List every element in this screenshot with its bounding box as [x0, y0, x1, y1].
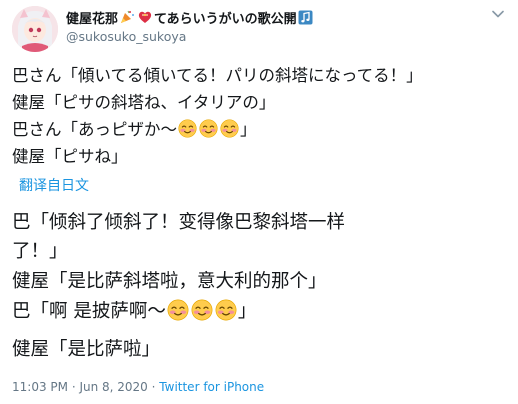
tweet-card: 健屋花那 てあらいうがいの歌公開 @sukosuko_sukoya 巴さん「傾い…	[0, 0, 518, 404]
tweet-text-line: 健屋「ピサの斜塔ね、イタリアの」	[12, 93, 276, 112]
timestamp-date[interactable]: Jun 8, 2020	[79, 380, 147, 394]
smiling-face-icon	[199, 119, 218, 138]
translated-text-line: 巴「啊 是披萨啊～ 」	[12, 297, 256, 323]
translation-label[interactable]: 翻译自日文	[19, 175, 89, 195]
display-name-suffix[interactable]: てあらいうがいの歌公開	[154, 8, 297, 27]
translated-text-line: 巴「倾斜了倾斜了！变得像巴黎斜塔一样	[12, 212, 346, 233]
client-link[interactable]: Twitter for iPhone	[159, 380, 264, 394]
meta-separator: ·	[68, 380, 80, 394]
smiling-face-icon	[167, 299, 189, 321]
meta-separator: ·	[147, 380, 160, 394]
timestamp-time[interactable]: 11:03 PM	[12, 380, 68, 394]
heart-ribbon-icon	[137, 9, 153, 25]
smiling-face-icon	[191, 299, 213, 321]
music-note-icon	[298, 10, 313, 25]
tweet-text-segment: 巴さん「あっピザか～	[12, 120, 177, 139]
display-name[interactable]: 健屋花那	[66, 8, 118, 27]
tweet-text-line: 巴さん「傾いてる傾いてる！パリの斜塔になってる！」	[12, 66, 423, 85]
smiling-face-icon	[220, 119, 239, 138]
avatar[interactable]	[12, 6, 58, 52]
tweet-meta: 11:03 PM · Jun 8, 2020 · Twitter for iPh…	[12, 380, 264, 394]
party-popper-icon	[119, 9, 135, 25]
author-name-row[interactable]: 健屋花那 てあらいうがいの歌公開	[66, 8, 314, 27]
tweet-text-line: 健屋「ピサね」	[12, 147, 128, 166]
translated-text-segment: 巴「啊 是披萨啊～	[12, 301, 166, 322]
tweet-text-segment: 」	[240, 120, 257, 139]
chevron-down-icon[interactable]	[492, 10, 504, 18]
translated-text-line: 了！」	[12, 241, 68, 262]
translated-text-line: 健屋「是比萨斜塔啦，意大利的那个」	[12, 271, 327, 292]
translated-text-segment: 」	[237, 301, 257, 322]
smiling-face-icon	[215, 299, 237, 321]
tweet-text-line: 巴さん「あっピザか～ 」	[12, 116, 257, 140]
author-handle[interactable]: @sukosuko_sukoya	[66, 29, 186, 44]
translated-text-line: 健屋「是比萨啦」	[12, 339, 161, 360]
smiling-face-icon	[178, 119, 197, 138]
